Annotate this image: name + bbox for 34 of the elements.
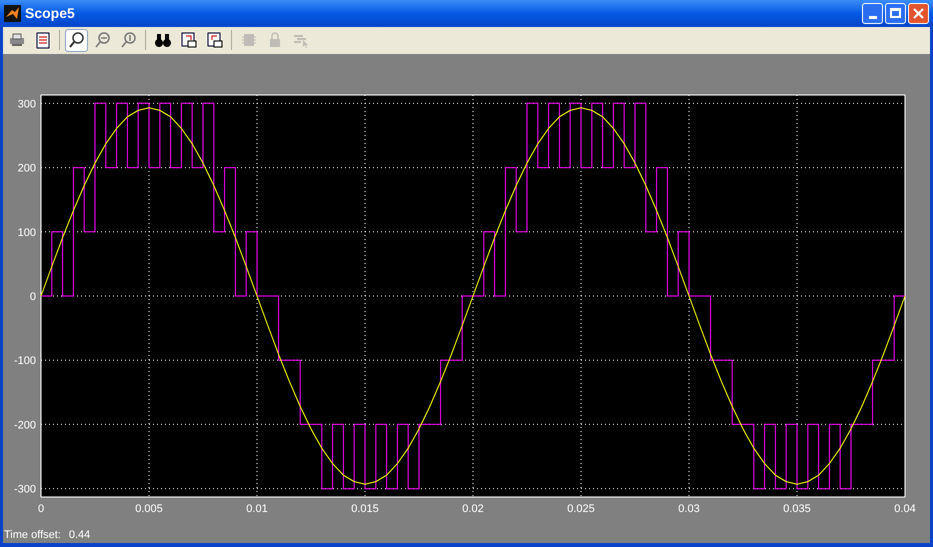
- minimize-icon: [868, 16, 876, 19]
- y-tick-label: 200: [18, 162, 36, 174]
- x-tick-label: 0: [38, 502, 44, 515]
- save-axes-icon: [180, 31, 198, 50]
- x-tick-label: 0.04: [894, 502, 916, 515]
- maximize-icon: [890, 8, 901, 18]
- minimize-button[interactable]: [862, 2, 883, 24]
- x-tick-label: 0.01: [246, 502, 268, 515]
- x-tick-label: 0.015: [351, 502, 379, 515]
- y-tick-label: 300: [18, 98, 36, 110]
- binoculars-icon: [154, 31, 172, 50]
- y-tick-label: 0: [30, 290, 36, 303]
- y-tick-label: -300: [14, 483, 36, 496]
- zoom-x-icon: [94, 31, 112, 50]
- x-tick-label: 0.035: [783, 502, 811, 515]
- close-button[interactable]: [908, 2, 929, 24]
- maximize-button[interactable]: [885, 2, 906, 24]
- zoom-icon: [68, 31, 86, 50]
- restore-axes-icon: [206, 31, 224, 50]
- y-tick-label: -100: [14, 354, 36, 367]
- close-icon: [913, 8, 924, 19]
- zoom-y-icon: [120, 31, 138, 50]
- x-tick-label: 0.03: [678, 502, 700, 515]
- clipboard-icon: [34, 31, 52, 50]
- y-tick-label: 100: [18, 226, 36, 238]
- logo-icon: [4, 4, 21, 22]
- window-title: Scope5: [25, 4, 75, 23]
- x-tick-label: 0.02: [462, 502, 484, 515]
- time-offset-label: Time offset:: [4, 528, 61, 543]
- x-tick-label: 0.025: [567, 502, 595, 515]
- y-tick-label: -200: [14, 419, 36, 431]
- zoom-button[interactable]: [65, 28, 88, 52]
- time-offset-value: 0.44: [68, 528, 90, 543]
- x-tick-label: 0.005: [135, 502, 163, 515]
